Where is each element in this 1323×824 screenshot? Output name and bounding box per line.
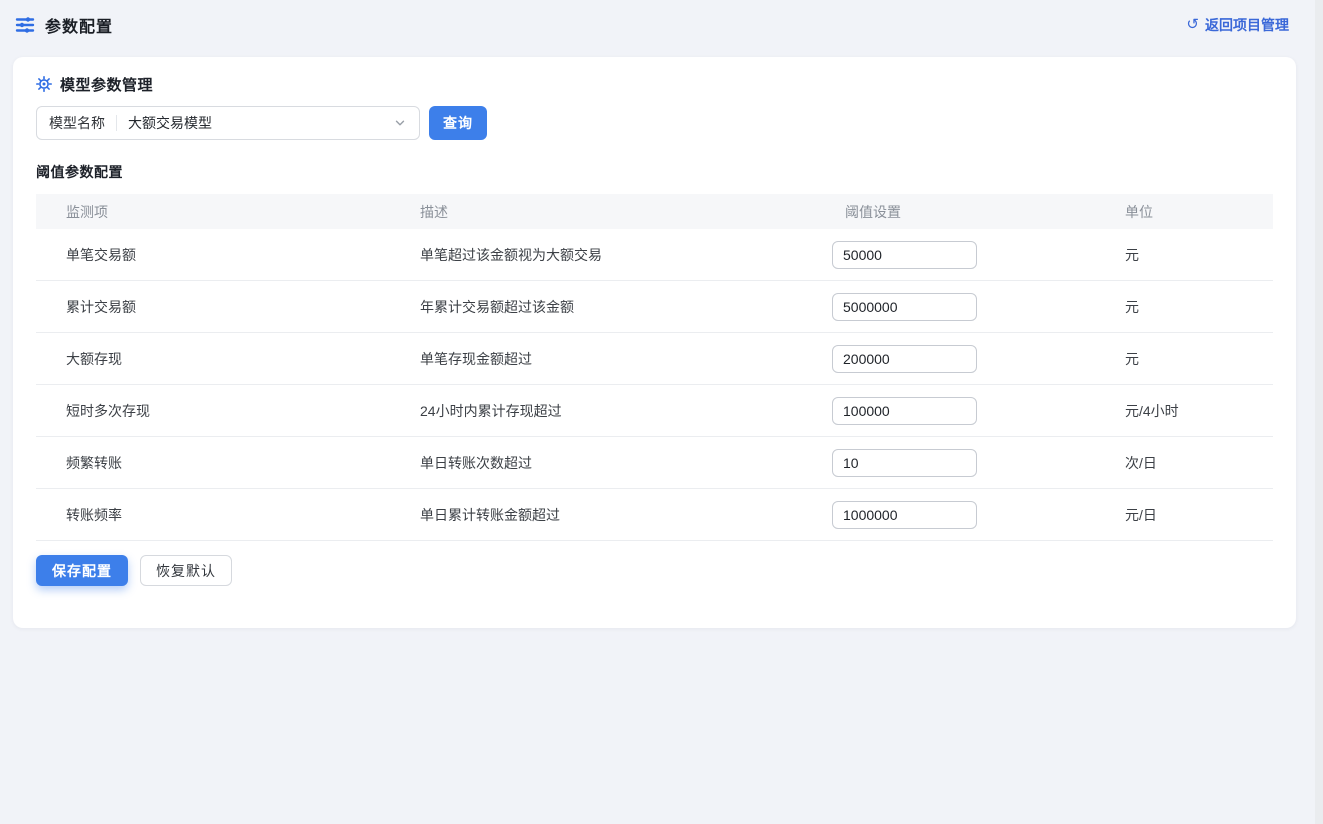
row-item: 大额存现 xyxy=(36,349,420,369)
action-row: 保存配置 恢复默认 xyxy=(36,555,1273,586)
header-item: 监测项 xyxy=(36,202,420,222)
header-threshold: 阈值设置 xyxy=(845,202,1125,222)
row-item: 短时多次存现 xyxy=(36,401,420,421)
row-unit: 次/日 xyxy=(1125,453,1273,473)
query-row: 模型名称 大额交易模型 查询 xyxy=(36,106,1273,140)
back-to-project-link[interactable]: ↺ 返回项目管理 xyxy=(1186,15,1289,35)
row-desc: 单笔存现金额超过 xyxy=(420,349,845,369)
select-divider xyxy=(116,115,117,131)
threshold-input[interactable] xyxy=(832,345,977,373)
table-row: 累计交易额 年累计交易额超过该金额 元 xyxy=(36,281,1273,333)
table-row: 短时多次存现 24小时内累计存现超过 元/4小时 xyxy=(36,385,1273,437)
query-button[interactable]: 查询 xyxy=(429,106,487,140)
table-row: 单笔交易额 单笔超过该金额视为大额交易 元 xyxy=(36,229,1273,281)
table-row: 大额存现 单笔存现金额超过 元 xyxy=(36,333,1273,385)
table-header-row: 监测项 描述 阈值设置 单位 xyxy=(36,194,1273,229)
row-item: 频繁转账 xyxy=(36,453,420,473)
page-title: 参数配置 xyxy=(45,13,113,37)
header-unit: 单位 xyxy=(1125,202,1273,222)
model-name-select[interactable]: 模型名称 大额交易模型 xyxy=(36,106,420,140)
row-desc: 24小时内累计存现超过 xyxy=(420,401,845,421)
row-desc: 单日累计转账金额超过 xyxy=(420,505,845,525)
gear-icon xyxy=(36,76,52,92)
save-config-button[interactable]: 保存配置 xyxy=(36,555,128,586)
chevron-down-icon xyxy=(393,116,407,130)
card-title-row: 模型参数管理 xyxy=(36,74,1273,94)
row-unit: 元/4小时 xyxy=(1125,401,1273,421)
row-item: 单笔交易额 xyxy=(36,245,420,265)
page-scrollbar[interactable] xyxy=(1315,0,1323,824)
table-row: 转账频率 单日累计转账金额超过 元/日 xyxy=(36,489,1273,541)
row-desc: 年累计交易额超过该金额 xyxy=(420,297,845,317)
sliders-icon xyxy=(14,14,36,36)
model-select-label: 模型名称 xyxy=(49,113,105,133)
threshold-table: 监测项 描述 阈值设置 单位 单笔交易额 单笔超过该金额视为大额交易 元 累计交… xyxy=(36,194,1273,541)
threshold-input[interactable] xyxy=(832,449,977,477)
row-item: 转账频率 xyxy=(36,505,420,525)
row-unit: 元 xyxy=(1125,297,1273,317)
model-parameter-card: 模型参数管理 模型名称 大额交易模型 查询 阈值参数配置 监测项 描述 阈值设置… xyxy=(13,57,1296,628)
row-unit: 元/日 xyxy=(1125,505,1273,525)
row-unit: 元 xyxy=(1125,245,1273,265)
restore-defaults-button[interactable]: 恢复默认 xyxy=(140,555,232,586)
model-select-value: 大额交易模型 xyxy=(128,113,393,133)
row-unit: 元 xyxy=(1125,349,1273,369)
topbar: 参数配置 ↺ 返回项目管理 xyxy=(0,0,1323,50)
row-desc: 单日转账次数超过 xyxy=(420,453,845,473)
return-icon: ↺ xyxy=(1186,17,1199,32)
section-title: 阈值参数配置 xyxy=(36,162,1273,182)
table-row: 频繁转账 单日转账次数超过 次/日 xyxy=(36,437,1273,489)
threshold-input[interactable] xyxy=(832,501,977,529)
row-item: 累计交易额 xyxy=(36,297,420,317)
row-desc: 单笔超过该金额视为大额交易 xyxy=(420,245,845,265)
threshold-input[interactable] xyxy=(832,397,977,425)
threshold-input[interactable] xyxy=(832,293,977,321)
threshold-input[interactable] xyxy=(832,241,977,269)
header-desc: 描述 xyxy=(420,202,845,222)
card-title: 模型参数管理 xyxy=(60,74,153,95)
back-link-label: 返回项目管理 xyxy=(1205,15,1289,35)
